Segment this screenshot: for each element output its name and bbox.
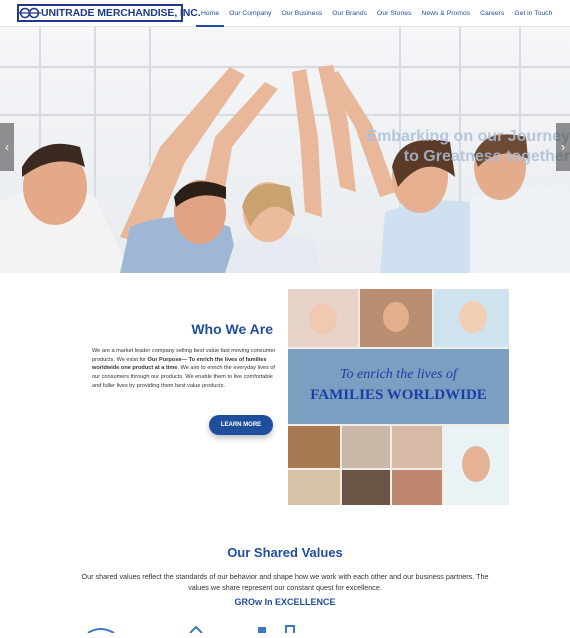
nav-careers[interactable]: Careers	[475, 0, 509, 27]
shared-values-title: Our Shared Values	[227, 545, 343, 560]
main-nav: Home Our Company Our Business Our Brands…	[196, 0, 557, 27]
collage-caption-line1: To enrich the lives of	[340, 367, 457, 382]
hero-prev-button[interactable]: ‹	[0, 123, 14, 171]
collage-caption-line2: FAMILIES WORLDWIDE	[310, 387, 487, 403]
hero-caption-line1: Embarking on our Journey	[366, 128, 570, 145]
grow-in-excellence-heading: GROw In EXCELLENCE	[234, 597, 336, 607]
who-we-are-title: Who We Are	[191, 321, 273, 337]
value-icon-3	[258, 627, 266, 633]
site-header: UNITRADE MERCHANDISE, INC. Home Our Comp…	[0, 0, 570, 27]
nav-home[interactable]: Home	[196, 0, 225, 27]
nav-our-brands[interactable]: Our Brands	[327, 0, 372, 27]
logo-text: UNITRADE MERCHANDISE, INC.	[41, 7, 201, 19]
hero-banner: Embarking on our Journey to Greatness to…	[0, 27, 570, 273]
nav-get-in-touch[interactable]: Get in Touch	[509, 0, 557, 27]
hero-next-button[interactable]: ›	[556, 123, 570, 171]
values-icons-row	[80, 620, 500, 634]
who-we-are-text: We are a market leader company selling b…	[92, 347, 276, 391]
hero-caption: Embarking on our Journey to Greatness to…	[366, 127, 570, 167]
nav-news-promos[interactable]: News & Promos	[416, 0, 475, 27]
chevron-left-icon: ‹	[5, 140, 9, 154]
learn-more-button[interactable]: LEARN MORE	[209, 415, 273, 435]
nav-our-business[interactable]: Our Business	[276, 0, 327, 27]
nav-our-company[interactable]: Our Company	[224, 0, 276, 27]
value-icon-2	[189, 625, 203, 634]
logo-mark-icon	[19, 6, 41, 20]
families-collage: To enrich the lives of FAMILIES WORLDWID…	[288, 289, 509, 505]
hero-caption-line2: to Greatness together	[403, 148, 570, 165]
chevron-right-icon: ›	[561, 140, 565, 154]
logo[interactable]: UNITRADE MERCHANDISE, INC.	[17, 4, 201, 22]
shared-values-text: Our shared values reflect the standards …	[81, 572, 489, 592]
nav-our-stories[interactable]: Our Stories	[372, 0, 416, 27]
